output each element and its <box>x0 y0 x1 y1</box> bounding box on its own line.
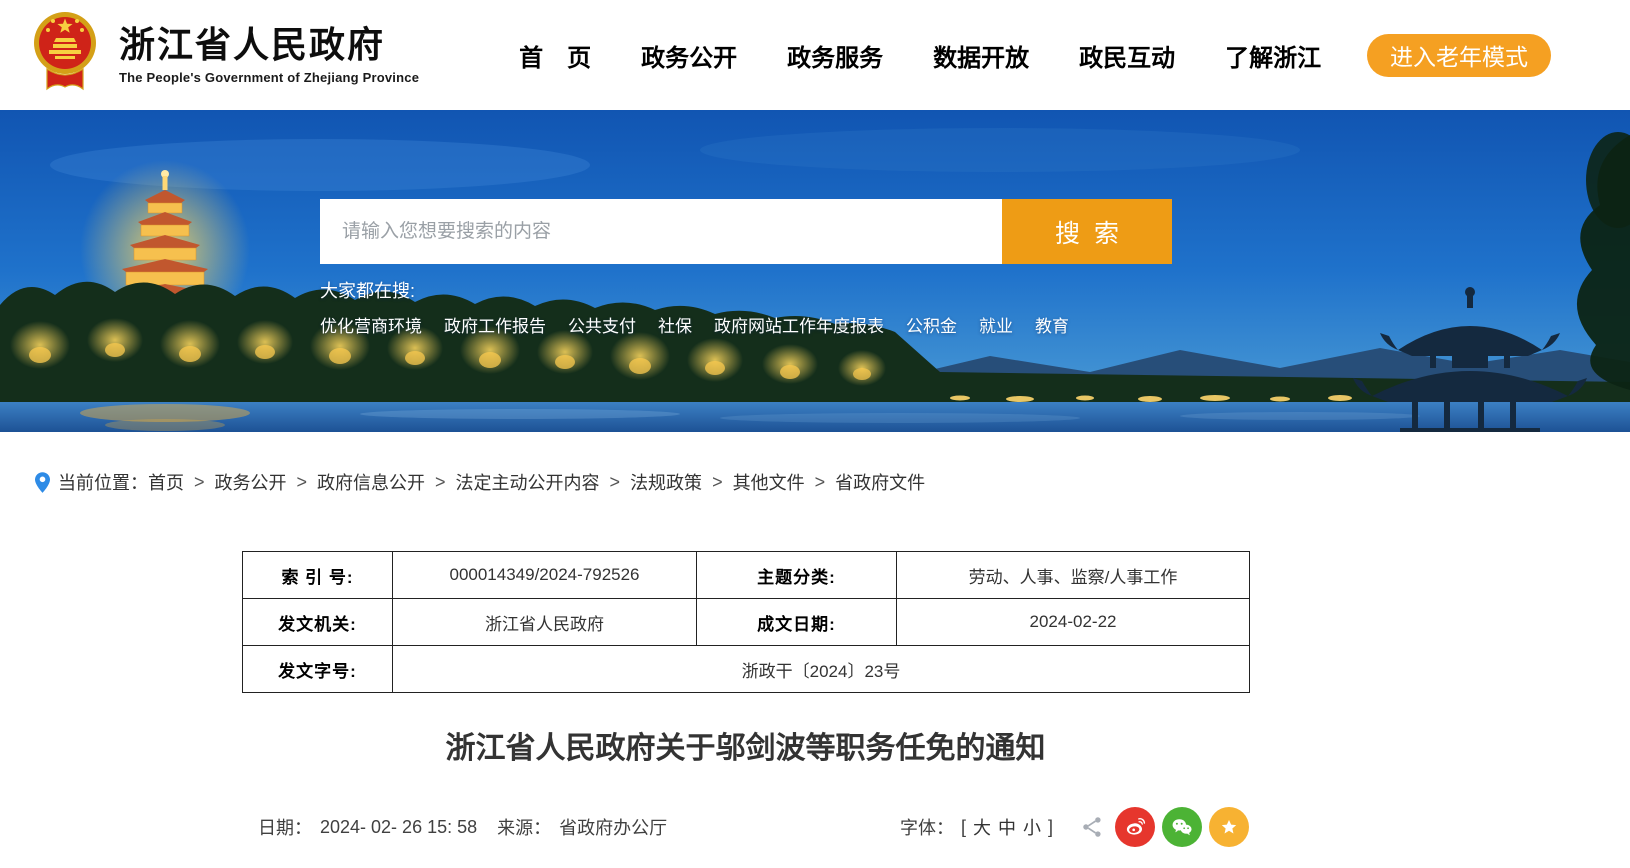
font-size-label: 字体： <box>900 814 954 840</box>
index-number-label: 索 引 号: <box>243 552 393 599</box>
breadcrumb-regulations[interactable]: 法规政策 <box>630 469 702 495</box>
font-size-medium[interactable]: 中 <box>998 814 1016 840</box>
hot-link-social-security[interactable]: 社保 <box>658 312 692 337</box>
site-subtitle: The People's Government of Zhejiang Prov… <box>119 70 419 85</box>
table-row: 发文字号: 浙政干〔2024〕23号 <box>243 646 1250 693</box>
nav-gov-affairs-open[interactable]: 政务公开 <box>641 38 737 73</box>
issue-date-value: 2024-02-22 <box>897 599 1250 646</box>
hot-link-education[interactable]: 教育 <box>1035 312 1069 337</box>
source-value: 省政府办公厅 <box>559 814 667 840</box>
hot-link-public-payment[interactable]: 公共支付 <box>568 312 636 337</box>
west-lake-banner-photo <box>0 110 1630 432</box>
index-number-value: 000014349/2024-792526 <box>393 552 697 599</box>
hot-link-annual-report[interactable]: 政府网站工作年度报表 <box>714 312 884 337</box>
national-emblem-icon <box>33 9 97 101</box>
topic-category-value: 劳动、人事、监察/人事工作 <box>897 552 1250 599</box>
font-bracket-open: [ <box>961 817 966 838</box>
hot-link-employment[interactable]: 就业 <box>979 312 1013 337</box>
topic-category-label: 主题分类: <box>697 552 897 599</box>
issuing-agency-label: 发文机关: <box>243 599 393 646</box>
wechat-icon[interactable] <box>1162 807 1202 847</box>
breadcrumb-separator: > <box>194 472 205 493</box>
breadcrumb-separator: > <box>815 472 826 493</box>
document-number-value: 浙政干〔2024〕23号 <box>393 646 1250 693</box>
font-size-small[interactable]: 小 <box>1023 814 1041 840</box>
search-input[interactable] <box>320 199 1002 264</box>
font-size-large[interactable]: 大 <box>973 814 991 840</box>
breadcrumb: 当前位置： 首页 > 政务公开 > 政府信息公开 > 法定主动公开内容 > 法规… <box>35 469 1630 495</box>
nav-gov-services[interactable]: 政务服务 <box>787 38 883 73</box>
breadcrumb-home[interactable]: 首页 <box>148 469 184 495</box>
breadcrumb-provincial-docs[interactable]: 省政府文件 <box>835 469 925 495</box>
nav-open-data[interactable]: 数据开放 <box>933 38 1029 73</box>
nav-public-interaction[interactable]: 政民互动 <box>1079 38 1175 73</box>
breadcrumb-gov-open[interactable]: 政务公开 <box>215 469 287 495</box>
site-logo[interactable]: 浙江省人民政府 The People's Government of Zheji… <box>33 9 419 101</box>
nav-home[interactable]: 首 页 <box>519 38 591 73</box>
issuing-agency-value: 浙江省人民政府 <box>393 599 697 646</box>
breadcrumb-separator: > <box>435 472 446 493</box>
document-metadata-table: 索 引 号: 000014349/2024-792526 主题分类: 劳动、人事… <box>242 551 1250 693</box>
document-number-label: 发文字号: <box>243 646 393 693</box>
breadcrumb-separator: > <box>297 472 308 493</box>
breadcrumb-separator: > <box>610 472 621 493</box>
issue-date-label: 成文日期: <box>697 599 897 646</box>
location-pin-icon <box>35 472 50 493</box>
article-meta: 日期： 2024- 02- 26 15: 58 来源： 省政府办公厅 字体： [… <box>242 807 1249 847</box>
hero-banner: 搜索 大家都在搜: 优化营商环境 政府工作报告 公共支付 社保 政府网站工作年度… <box>0 110 1630 432</box>
senior-mode-button[interactable]: 进入老年模式 <box>1367 34 1551 77</box>
breadcrumb-label: 当前位置： <box>58 469 148 495</box>
breadcrumb-separator: > <box>712 472 723 493</box>
source-label: 来源： <box>497 814 551 840</box>
nav-about-zhejiang[interactable]: 了解浙江 <box>1225 38 1321 73</box>
breadcrumb-statutory-open[interactable]: 法定主动公开内容 <box>456 469 600 495</box>
table-row: 索 引 号: 000014349/2024-792526 主题分类: 劳动、人事… <box>243 552 1250 599</box>
font-bracket-close: ] <box>1048 817 1053 838</box>
weibo-icon[interactable] <box>1115 807 1155 847</box>
breadcrumb-gov-info[interactable]: 政府信息公开 <box>317 469 425 495</box>
hot-link-business-env[interactable]: 优化营商环境 <box>320 312 422 337</box>
favorite-star-icon[interactable] <box>1209 807 1249 847</box>
date-label: 日期： <box>258 814 312 840</box>
hot-search-label: 大家都在搜: <box>320 277 1069 303</box>
hot-link-work-report[interactable]: 政府工作报告 <box>444 312 546 337</box>
table-row: 发文机关: 浙江省人民政府 成文日期: 2024-02-22 <box>243 599 1250 646</box>
site-title: 浙江省人民政府 <box>119 25 419 65</box>
article-title: 浙江省人民政府关于邬剑波等职务任免的通知 <box>242 723 1249 767</box>
search-button[interactable]: 搜索 <box>1002 199 1172 264</box>
site-header: 浙江省人民政府 The People's Government of Zheji… <box>0 0 1630 110</box>
share-icon[interactable] <box>1078 812 1108 842</box>
hot-search: 大家都在搜: 优化营商环境 政府工作报告 公共支付 社保 政府网站工作年度报表 … <box>320 277 1069 337</box>
date-value: 2024- 02- 26 15: 58 <box>320 817 477 838</box>
hot-link-provident-fund[interactable]: 公积金 <box>906 312 957 337</box>
search-bar: 搜索 <box>320 199 1172 264</box>
breadcrumb-other-docs[interactable]: 其他文件 <box>733 469 805 495</box>
main-nav: 首 页 政务公开 政务服务 数据开放 政民互动 了解浙江 <box>519 38 1321 73</box>
